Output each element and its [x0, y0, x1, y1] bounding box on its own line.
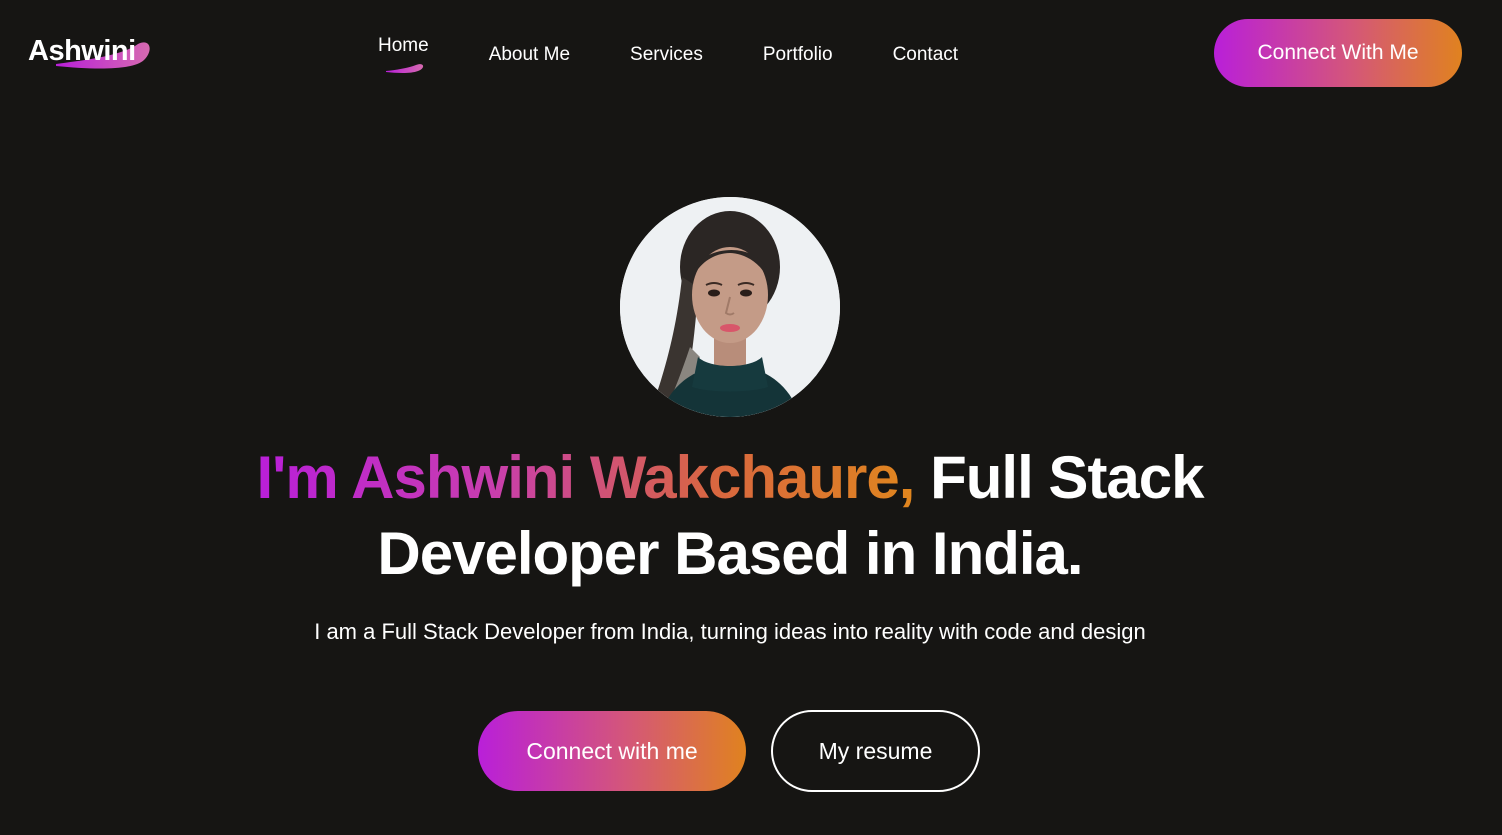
nav-item-portfolio[interactable]: Portfolio [763, 43, 833, 67]
hero-headline: I'm Ashwini Wakchaure, Full Stack Develo… [190, 440, 1270, 592]
nav-item-contact[interactable]: Contact [893, 43, 958, 67]
nav-item-services[interactable]: Services [630, 43, 703, 67]
headline-name: I'm Ashwini Wakchaure, [256, 444, 915, 511]
profile-photo-icon [620, 197, 840, 417]
nav-item-label: Portfolio [762, 44, 833, 65]
connect-with-me-hero-button[interactable]: Connect with me [478, 711, 746, 791]
nav-item-about-me[interactable]: About Me [489, 43, 570, 67]
connect-with-me-button[interactable]: Connect With Me [1214, 19, 1462, 87]
headline-role: Full Stack [914, 444, 1204, 511]
logo-text: Ashwini [28, 35, 136, 67]
hero-subtitle: I am a Full Stack Developer from India, … [314, 619, 1146, 644]
page: Ashwini Home About Me Services Portfolio [0, 0, 1502, 835]
main-nav: Home About Me Services Portfolio Contact [378, 34, 1018, 73]
avatar [620, 197, 840, 417]
my-resume-button[interactable]: My resume [771, 710, 980, 792]
nav-item-label: Contact [892, 44, 959, 65]
logo[interactable]: Ashwini [26, 30, 152, 74]
active-underline-icon [386, 64, 424, 73]
headline-location: Developer Based in India. [377, 520, 1083, 587]
nav-item-label: About Me [488, 44, 571, 65]
nav-item-home[interactable]: Home [378, 34, 429, 73]
nav-item-label: Home [378, 35, 429, 56]
nav-item-label: Services [630, 44, 703, 65]
